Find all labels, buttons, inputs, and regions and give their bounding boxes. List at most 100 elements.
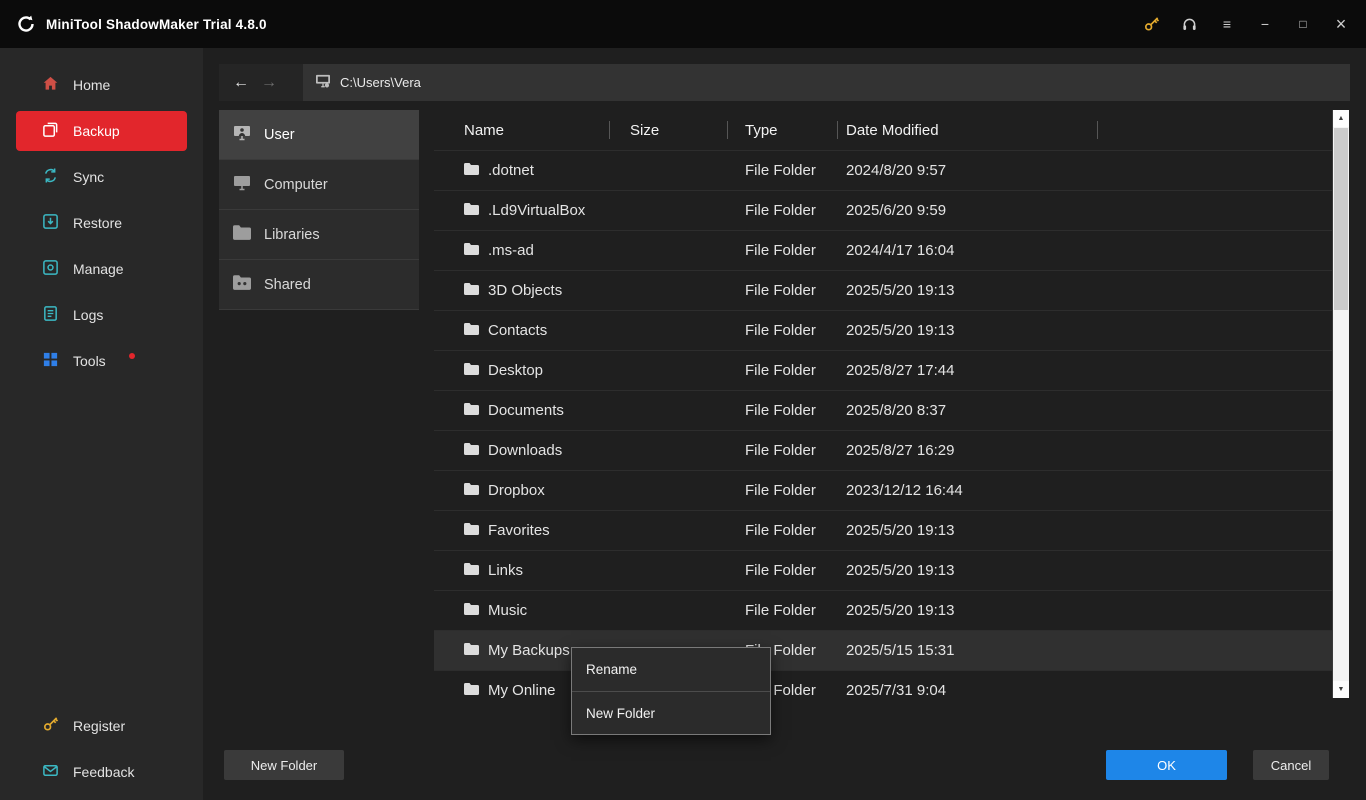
file-type: File Folder [728,482,838,499]
forward-button[interactable]: → [255,74,283,92]
file-type: File Folder [728,562,838,579]
folder-icon [464,242,479,259]
table-row[interactable]: Dropbox File Folder 2023/12/12 16:44 [434,470,1332,510]
column-header-name[interactable]: Name [434,110,610,150]
location-label: User [264,127,295,143]
current-path: C:\Users\Vera [340,75,421,90]
table-row[interactable]: Desktop File Folder 2025/8/27 17:44 [434,350,1332,390]
license-key-icon[interactable] [1142,14,1160,34]
scroll-down-icon[interactable]: ▼ [1333,681,1349,698]
menu-icon[interactable]: ≡ [1218,14,1236,34]
logs-icon [42,305,59,325]
sidebar-item-register[interactable]: Register [16,706,187,746]
folder-icon [464,402,479,419]
table-row[interactable]: .dotnet File Folder 2024/8/20 9:57 [434,150,1332,190]
table-row[interactable]: My Backups File Folder 2025/5/15 15:31 [434,630,1332,670]
location-item-user[interactable]: User [219,110,419,160]
column-header-modified[interactable]: Date Modified [838,110,1098,150]
folder-icon [464,482,479,499]
file-type: File Folder [728,282,838,299]
user-icon [233,125,251,145]
minimize-button[interactable]: − [1256,14,1274,34]
file-modified: 2025/5/20 19:13 [838,522,1098,539]
folder-icon [464,562,479,579]
tools-icon [42,351,59,371]
file-type: File Folder [728,162,838,179]
file-modified: 2025/6/20 9:59 [838,202,1098,219]
file-type: File Folder [728,362,838,379]
folder-icon [464,202,479,219]
folder-icon [464,442,479,459]
context-menu-item-new-folder[interactable]: New Folder [572,691,770,734]
cancel-button[interactable]: Cancel [1253,750,1329,780]
file-name: My Online [488,682,556,698]
folder-icon [464,282,479,299]
folder-icon [464,162,479,179]
scroll-up-icon[interactable]: ▲ [1333,110,1349,127]
file-type: File Folder [728,402,838,419]
notification-dot [129,353,135,359]
table-row[interactable]: 3D Objects File Folder 2025/5/20 19:13 [434,270,1332,310]
sidebar-item-label: Manage [73,261,124,277]
table-row[interactable]: .Ld9VirtualBox File Folder 2025/6/20 9:5… [434,190,1332,230]
back-button[interactable]: ← [227,74,255,92]
file-name: Music [488,602,527,619]
scrollbar-thumb[interactable] [1334,128,1348,310]
file-name: Documents [488,402,564,419]
new-folder-button[interactable]: New Folder [224,750,344,780]
location-item-libraries[interactable]: Libraries [219,210,419,260]
file-list-header: Name Size Type Date Modified [434,110,1332,150]
file-modified: 2025/5/20 19:13 [838,602,1098,619]
context-menu: Rename New Folder [571,647,771,735]
locations-panel: User Computer Libraries Shared [219,110,419,310]
navigation-bar: ← → C:\Users\Vera [219,64,1350,101]
column-header-size[interactable]: Size [610,110,728,150]
table-row[interactable]: Music File Folder 2025/5/20 19:13 [434,590,1332,630]
table-row[interactable]: Links File Folder 2025/5/20 19:13 [434,550,1332,590]
location-item-shared[interactable]: Shared [219,260,419,310]
maximize-button[interactable]: □ [1294,14,1312,34]
ok-button[interactable]: OK [1106,750,1227,780]
file-name: Links [488,562,523,579]
file-modified: 2023/12/12 16:44 [838,482,1098,499]
close-button[interactable]: × [1332,14,1350,34]
location-label: Libraries [264,227,320,243]
sidebar-item-label: Backup [73,123,120,139]
folder-icon [464,362,479,379]
sidebar-item-home[interactable]: Home [16,65,187,105]
folder-icon [464,602,479,619]
support-headset-icon[interactable] [1180,14,1198,34]
file-name: .ms-ad [488,242,534,259]
feedback-envelope-icon [42,762,59,782]
file-name: .dotnet [488,162,534,179]
sidebar-item-manage[interactable]: Manage [16,249,187,289]
title-bar: MiniTool ShadowMaker Trial 4.8.0 ≡ − □ × [0,0,1366,48]
vertical-scrollbar[interactable]: ▲ ▼ [1332,110,1349,698]
file-list: Name Size Type Date Modified [434,110,1349,698]
table-row[interactable]: Favorites File Folder 2025/5/20 19:13 [434,510,1332,550]
app-title: MiniTool ShadowMaker Trial 4.8.0 [46,17,267,32]
file-modified: 2025/5/20 19:13 [838,322,1098,339]
table-row[interactable]: Documents File Folder 2025/8/20 8:37 [434,390,1332,430]
sidebar-item-label: Tools [73,353,106,369]
file-type: File Folder [728,442,838,459]
sidebar-item-restore[interactable]: Restore [16,203,187,243]
sidebar-item-label: Feedback [73,764,134,780]
file-name: Dropbox [488,482,545,499]
table-row[interactable]: My Online File Folder 2025/7/31 9:04 [434,670,1332,698]
file-modified: 2024/8/20 9:57 [838,162,1098,179]
context-menu-item-rename[interactable]: Rename [572,648,770,691]
path-field[interactable]: C:\Users\Vera [303,64,1350,101]
sidebar-item-backup[interactable]: Backup [16,111,187,151]
table-row[interactable]: Contacts File Folder 2025/5/20 19:13 [434,310,1332,350]
table-row[interactable]: .ms-ad File Folder 2024/4/17 16:04 [434,230,1332,270]
location-label: Computer [264,177,328,193]
column-header-type[interactable]: Type [728,110,838,150]
sidebar-item-feedback[interactable]: Feedback [16,752,187,792]
sidebar-item-logs[interactable]: Logs [16,295,187,335]
sidebar-item-tools[interactable]: Tools [16,341,187,381]
table-row[interactable]: Downloads File Folder 2025/8/27 16:29 [434,430,1332,470]
sidebar-item-sync[interactable]: Sync [16,157,187,197]
file-modified: 2025/8/27 16:29 [838,442,1098,459]
location-item-computer[interactable]: Computer [219,160,419,210]
